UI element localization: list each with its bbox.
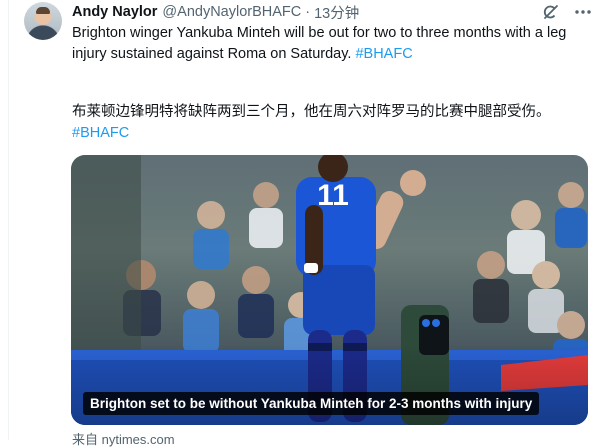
timeline-divider — [8, 0, 9, 440]
header-separator: · — [305, 4, 311, 20]
tweet-text-translation: 布莱顿边锋明特将缺阵两到三个月，他在周六对阵罗马的比赛中腿部受伤。 — [72, 104, 551, 120]
card-title-overlay: Brighton set to be without Yankuba Minte… — [83, 392, 540, 415]
card-source-domain[interactable]: 来自 nytimes.com — [72, 429, 175, 448]
tweet-timestamp[interactable]: 13分钟 — [314, 2, 359, 23]
hashtag-link[interactable]: #BHAFC — [355, 46, 412, 62]
tweet-text-body: Brighton winger Yankuba Minteh will be o… — [72, 25, 567, 62]
author-handle[interactable]: @AndyNaylorBHAFC — [162, 4, 301, 20]
grok-icon[interactable] — [542, 3, 560, 21]
link-card-image[interactable]: 11 Brighton set to be without Yankuba Mi… — [71, 155, 588, 425]
tweet-text-english: Brighton winger Yankuba Minteh will be o… — [72, 23, 587, 65]
tweet-header: Andy Naylor @AndyNaylorBHAFC · 13分钟 — [72, 2, 359, 23]
more-options-icon[interactable] — [573, 3, 593, 21]
tweet-text-chinese: 布莱顿边锋明特将缺阵两到三个月，他在周六对阵罗马的比赛中腿部受伤。 #BHAFC — [72, 102, 587, 144]
hashtag-link-translation[interactable]: #BHAFC — [72, 125, 129, 141]
stadium-photo: 11 — [71, 155, 588, 425]
author-avatar[interactable] — [24, 2, 62, 40]
author-name[interactable]: Andy Naylor — [72, 4, 157, 20]
